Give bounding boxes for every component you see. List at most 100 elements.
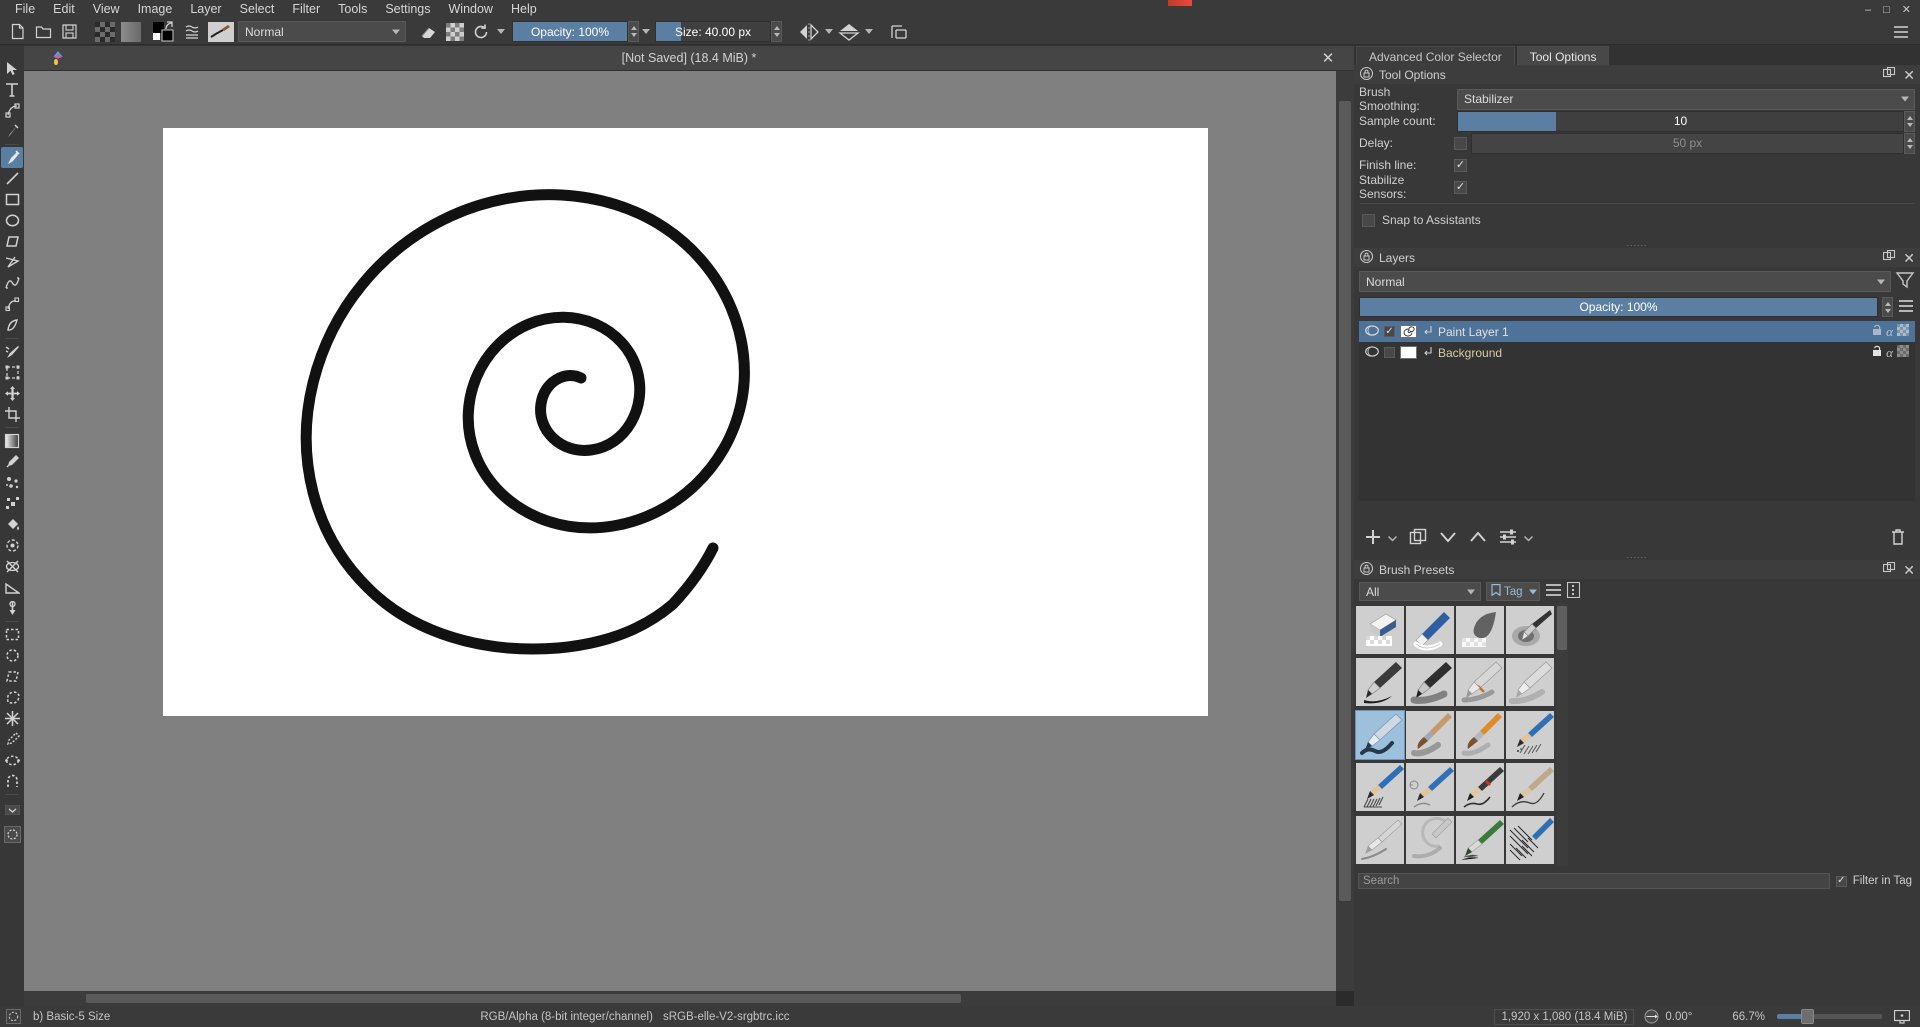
float-docker-icon[interactable] (1883, 562, 1896, 577)
menu-tools[interactable]: Tools (329, 0, 376, 19)
hamburger-menu-icon[interactable] (1888, 20, 1914, 44)
float-docker-icon[interactable] (1883, 67, 1896, 82)
tool-smart-patch[interactable] (1, 493, 23, 514)
brush-preset-texture-green[interactable] (1456, 816, 1504, 864)
menu-layer[interactable]: Layer (181, 0, 230, 19)
add-layer-chevron-icon[interactable] (1388, 531, 1397, 545)
menu-help[interactable]: Help (502, 0, 546, 19)
tool-crop[interactable] (1, 404, 23, 425)
layer-checkbox[interactable] (1384, 347, 1395, 358)
lock-docker-icon[interactable] (1360, 250, 1373, 266)
tool-gradient[interactable] (1, 430, 23, 451)
tool-freehand-selection[interactable] (1, 687, 23, 708)
selection-mask-icon[interactable] (6, 1009, 21, 1024)
close-icon[interactable]: ✕ (1903, 69, 1915, 81)
sample-count-stepper[interactable] (1904, 111, 1915, 132)
menu-view[interactable]: View (84, 0, 129, 19)
tool-shape-select[interactable] (1, 58, 23, 79)
alpha-lock-icon[interactable] (1897, 345, 1909, 360)
docker-splitter-grip[interactable]: ...... (1354, 239, 1920, 248)
brush-preset-pencil-sketch[interactable] (1356, 763, 1404, 811)
tool-elliptical-selection[interactable] (1, 645, 23, 666)
brush-preset-preview-icon[interactable] (206, 20, 236, 44)
layer-properties-button[interactable] (1499, 529, 1518, 548)
tab-tool-options[interactable]: Tool Options (1517, 46, 1610, 65)
wrap-around-icon[interactable] (886, 20, 912, 44)
size-stepper[interactable] (771, 21, 782, 42)
tool-rectangle[interactable] (1, 189, 23, 210)
menu-window[interactable]: Window (440, 0, 502, 19)
opacity-slider[interactable]: Opacity: 100% (512, 21, 628, 42)
fg-bg-color-icon[interactable] (150, 20, 180, 44)
tool-edit-shapes[interactable] (1, 100, 23, 121)
lock-docker-icon[interactable] (1360, 562, 1373, 578)
layer-lock-icon[interactable] (1872, 345, 1882, 360)
filter-in-tag-checkbox[interactable]: ✓ (1836, 876, 1847, 887)
delay-slider[interactable]: 50 px (1471, 133, 1904, 154)
filter-layers-icon[interactable] (1895, 270, 1915, 293)
delay-checkbox[interactable] (1454, 137, 1467, 150)
minimize-button[interactable]: – (1860, 4, 1876, 16)
menu-image[interactable]: Image (129, 0, 182, 19)
layer-properties-chevron-icon[interactable] (1524, 531, 1533, 545)
layer-opacity-slider[interactable]: Opacity: 100% (1359, 297, 1878, 317)
new-document-icon[interactable] (4, 20, 30, 44)
canvas-horizontal-scrollbar[interactable] (24, 991, 1336, 1006)
canvas-rotation-icon[interactable] (1644, 1009, 1659, 1024)
tool-multibrush[interactable] (1, 341, 23, 362)
blending-mode-combo[interactable]: Normal (238, 21, 406, 42)
size-slider[interactable]: Size: 40.00 px (655, 21, 771, 42)
brush-tag-button[interactable]: Tag (1486, 582, 1540, 601)
tool-fill[interactable] (1, 514, 23, 535)
tool-line[interactable] (1, 168, 23, 189)
opacity-options-chevron-icon[interactable] (639, 21, 653, 42)
brush-preset-smudge-soft[interactable] (1406, 816, 1454, 864)
layer-name[interactable]: Background (1438, 346, 1867, 360)
tool-contiguous-selection[interactable] (1, 708, 23, 729)
brush-preset-ink-ballpen[interactable] (1456, 658, 1504, 706)
brush-preset-hatch-pattern[interactable] (1506, 816, 1554, 864)
tool-gradient-edit[interactable] (1, 556, 23, 577)
brush-preset-ink-fineliner[interactable] (1506, 658, 1554, 706)
maximize-button[interactable]: □ (1878, 4, 1895, 16)
layer-visibility-icon[interactable] (1365, 325, 1379, 339)
tool-magnetic-selection[interactable] (1, 771, 23, 792)
zoom-level-label[interactable]: 66.7% (1732, 1011, 1765, 1023)
layers-menu-icon[interactable] (1897, 298, 1915, 317)
brush-preset-eraser-soft[interactable] (1406, 606, 1454, 654)
tool-rectangular-selection[interactable] (1, 624, 23, 645)
delete-layer-button[interactable] (1890, 528, 1906, 549)
layer-lock-icon[interactable] (1872, 324, 1882, 339)
fit-to-view-icon[interactable] (1894, 1010, 1910, 1024)
tool-color-sampler[interactable] (1, 451, 23, 472)
mirror-h-chevron-icon[interactable] (822, 21, 836, 42)
save-document-icon[interactable] (56, 20, 82, 44)
tool-freehand-path[interactable] (1, 294, 23, 315)
brush-presets-list-menu-icon[interactable] (1545, 583, 1562, 600)
brush-preset-pencil-hard[interactable] (1456, 763, 1504, 811)
tool-bezier-curve[interactable] (1, 273, 23, 294)
eraser-icon[interactable] (416, 20, 442, 44)
move-layer-down-button[interactable] (1439, 530, 1457, 547)
brush-presets-list-icon[interactable] (180, 20, 206, 44)
gradient-swatch-icon[interactable] (118, 20, 144, 44)
tool-colorize-mask[interactable] (1, 472, 23, 493)
menu-filter[interactable]: Filter (283, 0, 329, 19)
brush-preset-pencil-charcoal[interactable] (1506, 763, 1554, 811)
brush-preset-bristle-wet[interactable] (1406, 711, 1454, 759)
canvas-viewport[interactable] (24, 71, 1336, 991)
open-document-icon[interactable] (30, 20, 56, 44)
tool-polyline[interactable] (1, 252, 23, 273)
brush-preset-marker-grey[interactable] (1356, 816, 1404, 864)
brush-smoothing-combo[interactable]: Stabilizer (1457, 89, 1915, 110)
delay-stepper[interactable] (1904, 133, 1915, 154)
menu-select[interactable]: Select (231, 0, 284, 19)
mirror-vertical-icon[interactable] (836, 20, 862, 44)
search-input[interactable]: Search (1358, 873, 1830, 889)
selection-mask-toggle-icon[interactable] (1, 824, 23, 845)
brush-preset-ink-brush-rough[interactable] (1406, 658, 1454, 706)
layers-list[interactable]: ✓ Paint Layer 1 α (1359, 321, 1915, 501)
brush-preset-pencil-hatch[interactable] (1506, 711, 1554, 759)
tool-enclose-and-fill[interactable] (1, 535, 23, 556)
canvas-paper[interactable] (163, 128, 1208, 716)
